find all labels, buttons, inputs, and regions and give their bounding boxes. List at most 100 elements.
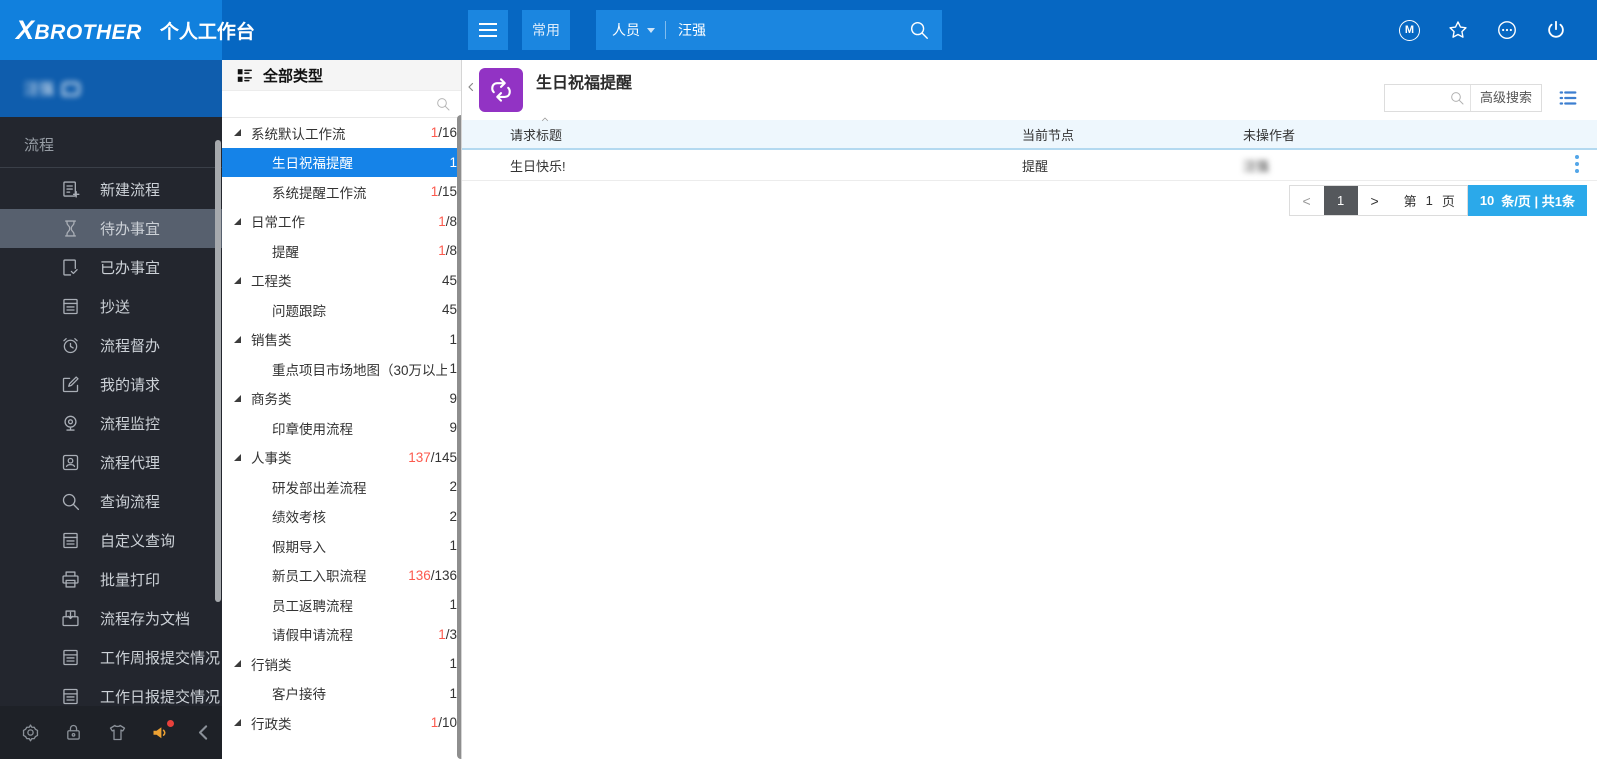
tree-item[interactable]: 研发部出差流程 2 (222, 472, 461, 502)
tree-item[interactable]: 新员工入职流程 136 /136 (222, 561, 461, 591)
sidebar-item[interactable]: 流程存为文档 (0, 599, 222, 638)
sidebar-item[interactable]: 我的请求 (0, 365, 222, 404)
sidebar-item[interactable]: 流程代理 (0, 443, 222, 482)
list-search-input[interactable] (1385, 91, 1449, 105)
tree-search-bar (222, 91, 461, 118)
tree-item-label: 重点项目市场地图（30万以上） (272, 362, 448, 378)
tree-item[interactable]: 工程类 45 (222, 266, 461, 296)
sidebar-scrollbar[interactable] (215, 140, 221, 602)
workflow-tree: 系统默认工作流 1 /16 生日祝福提醒 1 系统提醒工作流 1 /15 日常工… (222, 118, 461, 738)
sidebar-item[interactable]: 批量打印 (0, 560, 222, 599)
tree-title: 全部类型 (263, 67, 324, 85)
prev-page-button[interactable]: < (1290, 186, 1324, 215)
column-header-node[interactable]: 当前节点 (1022, 125, 1243, 144)
favorites-star-icon[interactable] (1447, 19, 1469, 41)
sidebar-collapse-icon[interactable] (193, 722, 214, 743)
sidebar-menu: 新建流程 待办事宜 已办事宜 抄送 流程督办 我的请求 流程监控 流程代理 查询… (0, 170, 222, 755)
favorites-menu-button[interactable]: 常用 (522, 10, 570, 50)
total-count: 1 (449, 538, 457, 554)
next-page-button[interactable]: > (1358, 186, 1392, 215)
sidebar-item-label: 流程督办 (100, 338, 161, 355)
request-row[interactable]: 生日快乐! 提醒 汪强 (462, 150, 1597, 181)
tree-item[interactable]: 客户接待 1 (222, 679, 461, 709)
nav-item[interactable] (244, 0, 286, 60)
sidebar-item[interactable]: 流程监控 (0, 404, 222, 443)
sidebar-item[interactable]: 流程督办 (0, 326, 222, 365)
search-icon[interactable] (1449, 90, 1465, 106)
tree-expand-caret-icon[interactable] (234, 453, 241, 461)
settings-gear-icon[interactable] (20, 722, 41, 743)
more-options-icon[interactable] (1496, 19, 1518, 41)
tree-item[interactable]: 生日祝福提醒 1 (222, 147, 461, 177)
sidebar-item[interactable]: 抄送 (0, 287, 222, 326)
tree-item[interactable]: 问题跟踪 45 (222, 295, 461, 325)
tree-item[interactable]: 系统默认工作流 1 /16 (222, 118, 461, 148)
sidebar-item[interactable]: 已办事宜 (0, 248, 222, 287)
nav-item[interactable] (328, 0, 370, 60)
tree-item[interactable]: 员工返聘流程 1 (222, 590, 461, 620)
jump-page-value[interactable]: 1 (1426, 193, 1433, 208)
advanced-search-button[interactable]: 高级搜索 (1469, 85, 1541, 111)
request-title[interactable]: 生日快乐! (462, 156, 1022, 175)
sidebar-item[interactable]: 待办事宜 (0, 209, 222, 248)
tree-item[interactable]: 重点项目市场地图（30万以上） 1 (222, 354, 461, 384)
unread-count: 137 (408, 449, 431, 465)
row-menu-dots-icon[interactable] (1575, 155, 1579, 173)
mobile-m-icon[interactable]: M (1399, 19, 1420, 41)
tree-item[interactable]: 印章使用流程 9 (222, 413, 461, 443)
page-size-info[interactable]: 10 条/页 | 共1条 (1467, 185, 1587, 216)
total-count: /8 (445, 213, 457, 229)
total-count: 1 (449, 656, 457, 672)
tree-expand-caret-icon[interactable] (234, 276, 241, 284)
tree-item[interactable]: 请假申请流程 1 /3 (222, 620, 461, 650)
tree-item[interactable]: 人事类 137 /145 (222, 443, 461, 473)
search-input[interactable]: 汪强 (666, 20, 896, 40)
announcement-speaker-icon[interactable] (150, 720, 174, 743)
list-view-icon[interactable] (1557, 87, 1579, 109)
tree-item[interactable]: 绩效考核 2 (222, 502, 461, 532)
tree-expand-caret-icon[interactable] (234, 719, 241, 727)
logout-power-icon[interactable] (1545, 19, 1567, 41)
column-header-operator[interactable]: 未操作者 (1243, 125, 1597, 144)
column-header-title[interactable]: 请求标题 (462, 125, 1022, 144)
tree-expand-caret-icon[interactable] (234, 394, 241, 402)
doc-lines-icon (60, 296, 81, 317)
nav-item[interactable] (286, 0, 328, 60)
sidebar-item[interactable]: 查询流程 (0, 482, 222, 521)
tree-item-label: 提醒 (272, 244, 299, 260)
tree-search-input[interactable] (232, 97, 435, 111)
tree-item[interactable]: 提醒 1 /8 (222, 236, 461, 266)
tree-item[interactable]: 系统提醒工作流 1 /15 (222, 177, 461, 207)
user-banner[interactable]: 汪强 (0, 60, 222, 117)
nav-item[interactable] (412, 0, 454, 60)
tree-item[interactable]: 销售类 1 (222, 325, 461, 355)
tree-item[interactable]: 行销类 1 (222, 649, 461, 679)
collapse-header-icon[interactable] (538, 111, 552, 122)
current-page[interactable]: 1 (1323, 186, 1358, 215)
tree-expand-caret-icon[interactable] (234, 335, 241, 343)
theme-shirt-icon[interactable] (107, 722, 128, 743)
search-category-dropdown[interactable]: 人员 (596, 20, 665, 40)
tree-item[interactable]: 商务类 9 (222, 384, 461, 414)
tree-expand-caret-icon[interactable] (234, 660, 241, 668)
tree-item[interactable]: 行政类 1 /10 (222, 708, 461, 738)
lock-icon[interactable] (63, 722, 84, 743)
nav-item[interactable] (370, 0, 412, 60)
tree-expand-caret-icon[interactable] (234, 129, 241, 137)
search-button[interactable] (896, 10, 942, 50)
sidebar-item[interactable]: 新建流程 (0, 170, 222, 209)
panel-collapse-icon[interactable] (465, 80, 477, 94)
tree-item-label: 假期导入 (272, 539, 326, 555)
tree-expand-caret-icon[interactable] (234, 217, 241, 225)
total-count: 2 (449, 479, 457, 495)
sidebar-item[interactable]: 工作周报提交情况 (0, 638, 222, 677)
tree-item[interactable]: 假期导入 1 (222, 531, 461, 561)
sidebar-item[interactable]: 自定义查询 (0, 521, 222, 560)
app-logo[interactable]: XBROTHER 个人工作台 (0, 0, 255, 60)
page-jump[interactable]: 第 1 页 (1392, 186, 1467, 215)
total-count: 45 (441, 272, 457, 288)
menu-toggle-button[interactable] (468, 10, 508, 50)
tree-item[interactable]: 日常工作 1 /8 (222, 207, 461, 237)
tree-item-label: 商务类 (251, 392, 292, 408)
sidebar-item-label: 待办事宜 (100, 221, 161, 238)
